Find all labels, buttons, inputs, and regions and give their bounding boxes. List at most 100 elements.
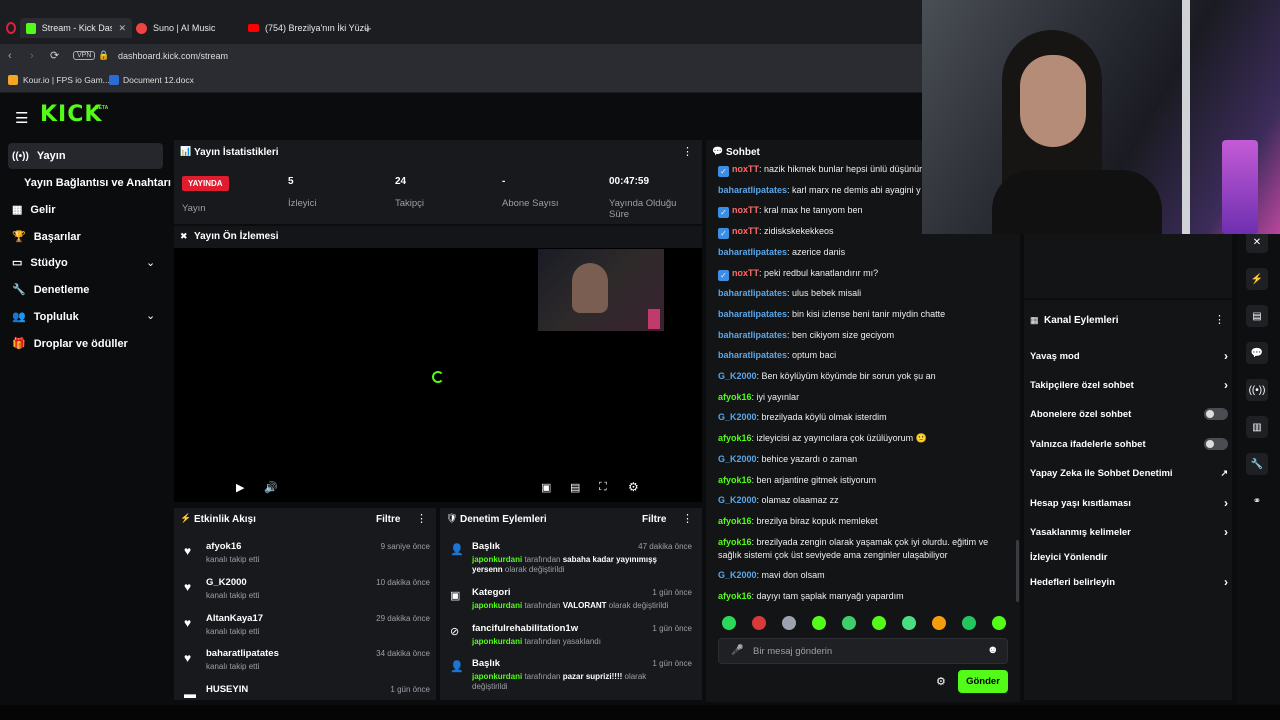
microphone-icon[interactable]: 🎤 <box>731 645 743 656</box>
chat-username[interactable]: baharatlipatates <box>718 350 787 360</box>
chat-username[interactable]: baharatlipatates <box>718 185 787 195</box>
vpn-badge[interactable]: VPN <box>73 51 96 60</box>
activity-user[interactable]: afyok16 <box>206 541 241 552</box>
tab-youtube[interactable]: (754) Brezilya'nın İki Yüzü <box>248 18 369 38</box>
more-options-icon[interactable]: ⋮ <box>682 145 693 158</box>
chat-scrollbar[interactable] <box>1016 540 1019 602</box>
more-options-icon[interactable]: ⋮ <box>416 512 427 525</box>
close-tab-icon[interactable]: ✕ <box>118 23 126 34</box>
emote-icon[interactable] <box>842 616 856 630</box>
rail-document-icon[interactable]: ▤ <box>1246 305 1268 327</box>
opera-logo-icon[interactable] <box>6 22 16 34</box>
chevron-right-icon[interactable]: › <box>1224 575 1228 589</box>
chevron-right-icon[interactable]: › <box>1224 525 1228 539</box>
chat-username[interactable]: baharatlipatates <box>718 330 787 340</box>
moderator-name[interactable]: japonkurdani <box>472 672 522 681</box>
sidebar-item-basarilar[interactable]: 🏆 Başarılar <box>12 230 81 244</box>
rail-nodes-icon[interactable]: ⚭ <box>1246 490 1268 512</box>
emote-icon[interactable] <box>752 616 766 630</box>
reload-icon[interactable]: ⟳ <box>50 49 59 62</box>
chat-settings-gear-icon[interactable]: ⚙ <box>936 675 946 688</box>
fullscreen-icon[interactable]: ⛶ <box>599 481 607 494</box>
theater-mode-icon[interactable]: ▤ <box>570 481 580 494</box>
activity-user[interactable]: baharatlipatates <box>206 648 279 659</box>
new-tab-plus-icon[interactable]: + <box>364 21 372 36</box>
activity-user[interactable]: G_K2000 <box>206 577 247 588</box>
chat-username[interactable]: baharatlipatates <box>718 309 787 319</box>
activity-user[interactable]: HUSEYIN <box>206 684 248 695</box>
sidebar-item-stream-key[interactable]: Yayın Bağlantısı ve Anahtarı <box>24 177 171 189</box>
moderator-name[interactable]: japonkurdani <box>472 601 522 610</box>
moderation-filter-button[interactable]: Filtre <box>642 514 666 525</box>
chat-username[interactable]: noxTT <box>732 268 759 278</box>
moderator-name[interactable]: japonkurdani <box>472 555 522 564</box>
kick-logo[interactable]: KICK <box>40 102 102 127</box>
channel-action-row[interactable]: Yapay Zeka ile Sohbet Denetimi ↗ <box>1030 466 1228 480</box>
sidebar-item-gelir[interactable]: ▦ Gelir <box>12 203 55 217</box>
tab-suno[interactable]: Suno | AI Music <box>136 18 215 38</box>
bookmark-kour[interactable]: Kour.io | FPS io Gam... <box>23 75 110 85</box>
chevron-right-icon[interactable]: › <box>1224 378 1228 392</box>
menu-hamburger-icon[interactable]: ☰ <box>15 109 28 127</box>
emote-icon[interactable] <box>992 616 1006 630</box>
send-button[interactable]: Gönder <box>958 670 1008 693</box>
url-text[interactable]: dashboard.kick.com/stream <box>118 51 228 61</box>
chat-username[interactable]: afyok16 <box>718 537 752 547</box>
chat-username[interactable]: afyok16 <box>718 516 752 526</box>
chat-username[interactable]: G_K2000 <box>718 495 757 505</box>
channel-action-row[interactable]: Abonelere özel sohbet <box>1030 407 1228 421</box>
chat-username[interactable]: baharatlipatates <box>718 247 787 257</box>
chat-username[interactable]: afyok16 <box>718 392 752 402</box>
sidebar-item-yayin[interactable]: ((•)) Yayın <box>12 150 66 162</box>
chat-username[interactable]: noxTT <box>732 205 759 215</box>
emote-icon[interactable] <box>872 616 886 630</box>
volume-icon[interactable]: 🔊 <box>264 481 278 494</box>
chat-username[interactable]: afyok16 <box>718 433 752 443</box>
pip-icon[interactable]: ▣ <box>541 481 551 494</box>
emote-icon[interactable] <box>932 616 946 630</box>
emoji-picker-icon[interactable]: ☻ <box>987 644 999 656</box>
tab-stream[interactable]: Stream - Kick Dashbo ✕ <box>20 18 132 38</box>
chat-username[interactable]: G_K2000 <box>718 454 757 464</box>
external-link-icon[interactable]: ↗ <box>1220 468 1228 479</box>
chevron-right-icon[interactable]: › <box>1224 349 1228 363</box>
sidebar-item-topluluk[interactable]: 👥 Topluluk <box>12 310 79 324</box>
more-options-icon[interactable]: ⋮ <box>1214 313 1225 326</box>
chat-input[interactable]: 🎤 Bir mesaj gönderin ☻ <box>718 638 1008 664</box>
activity-filter-button[interactable]: Filtre <box>376 514 400 525</box>
play-icon[interactable]: ▶ <box>236 481 244 494</box>
chevron-right-icon[interactable]: › <box>1224 496 1228 510</box>
rail-wrench-icon[interactable]: 🔧 <box>1246 453 1268 475</box>
chat-username[interactable]: afyok16 <box>718 591 752 601</box>
chat-username[interactable]: G_K2000 <box>718 570 757 580</box>
channel-action-row[interactable]: Yalnızca ifadelerle sohbet <box>1030 437 1228 451</box>
channel-action-row[interactable]: Hesap yaşı kısıtlaması › <box>1030 496 1228 510</box>
rail-lightning-icon[interactable]: ⚡ <box>1246 268 1268 290</box>
channel-action-row[interactable]: Hedefleri belirleyin › <box>1030 575 1228 589</box>
emote-icon[interactable] <box>902 616 916 630</box>
chat-username[interactable]: G_K2000 <box>718 412 757 422</box>
rail-chat-icon[interactable]: 💬 <box>1246 342 1268 364</box>
chat-username[interactable]: noxTT <box>732 226 759 236</box>
sidebar-item-denetleme[interactable]: 🔧 Denetleme <box>12 283 89 297</box>
emote-icon[interactable] <box>812 616 826 630</box>
settings-gear-icon[interactable]: ⚙ <box>628 480 639 494</box>
emote-icon[interactable] <box>782 616 796 630</box>
sidebar-item-droplar[interactable]: 🎁 Droplar ve ödüller <box>12 337 128 351</box>
forward-arrow-icon[interactable]: › <box>30 50 34 62</box>
moderator-name[interactable]: japonkurdani <box>472 637 522 646</box>
channel-action-row[interactable]: Yavaş mod › <box>1030 349 1228 363</box>
chat-username[interactable]: afyok16 <box>718 475 752 485</box>
channel-action-row[interactable]: Takipçilere özel sohbet › <box>1030 378 1228 392</box>
back-arrow-icon[interactable]: ‹ <box>8 50 12 62</box>
chat-username[interactable]: G_K2000 <box>718 371 757 381</box>
channel-action-row[interactable]: Yasaklanmış kelimeler › <box>1030 525 1228 539</box>
toggle-switch[interactable] <box>1204 438 1228 450</box>
more-options-icon[interactable]: ⋮ <box>682 512 693 525</box>
bookmark-document[interactable]: Document 12.docx <box>123 75 194 85</box>
emote-icon[interactable] <box>722 616 736 630</box>
chevron-down-icon[interactable]: ⌄ <box>146 256 155 269</box>
channel-action-row[interactable]: İzleyici Yönlendir <box>1030 550 1228 564</box>
toggle-switch[interactable] <box>1204 408 1228 420</box>
rail-preview-icon[interactable]: ✕ <box>1246 231 1268 253</box>
